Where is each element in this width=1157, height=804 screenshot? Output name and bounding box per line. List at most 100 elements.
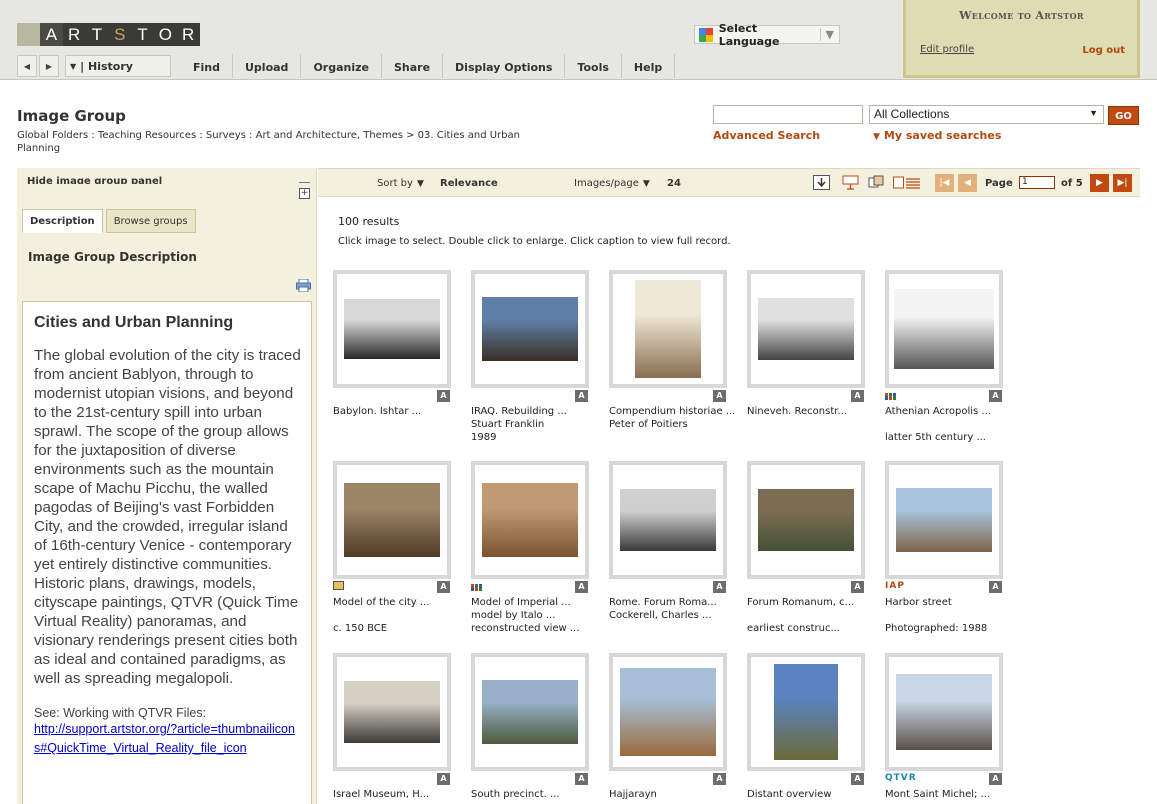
thumbnail-frame[interactable] <box>747 653 865 771</box>
results-hint: Click image to select. Double click to e… <box>338 236 731 247</box>
thumbnail-image[interactable] <box>758 489 854 551</box>
artstor-badge-icon: A <box>989 773 1002 785</box>
last-page-button[interactable]: ▶| <box>1113 174 1132 192</box>
thumbnail-caption[interactable]: Rome. Forum Roma... Cockerell, Charles ..… <box>609 596 749 622</box>
artstor-logo[interactable]: A R T S T O R <box>17 23 200 46</box>
dots-icon <box>471 583 482 591</box>
logout-link[interactable]: Log out <box>1082 45 1125 56</box>
thumbnail-frame[interactable] <box>609 461 727 579</box>
chevron-down-icon: ▼ <box>416 179 424 189</box>
thumbnail-frame[interactable] <box>609 653 727 771</box>
thumbnail-image[interactable] <box>896 674 992 750</box>
search-input[interactable] <box>713 105 863 124</box>
menu-upload[interactable]: Upload <box>233 54 302 78</box>
chevron-down-icon: ▼ <box>819 28 839 41</box>
print-images-icon[interactable] <box>868 175 885 190</box>
tab-description[interactable]: Description <box>22 209 103 233</box>
thumbnail-frame[interactable] <box>333 270 451 388</box>
artstor-badge-icon: A <box>575 581 588 593</box>
results-toolbar: Sort by ▼ Relevance Images/page ▼ 24 |◀ ◀ … <box>318 168 1140 197</box>
hide-panel-link[interactable]: Hide image group panel <box>27 176 162 184</box>
thumbnail-frame[interactable] <box>333 461 451 579</box>
tab-browse-groups[interactable]: Browse groups <box>105 209 196 233</box>
thumbnail-frame[interactable] <box>333 653 451 771</box>
thumbnail-image[interactable] <box>344 299 440 359</box>
thumbnail-image[interactable] <box>774 664 838 760</box>
caption-line <box>333 609 473 622</box>
thumbnail-caption[interactable]: Israel Museum, H... <box>333 788 473 801</box>
thumbnail-frame[interactable] <box>747 270 865 388</box>
expand-icon[interactable]: + <box>299 188 310 199</box>
thumbnail-caption[interactable]: Distant overview <box>747 788 887 801</box>
thumbnail-caption[interactable]: Compendium historiae ... Peter of Poitier… <box>609 405 749 431</box>
artstor-badge-icon: A <box>437 773 450 785</box>
images-per-page-dropdown[interactable]: Images/page ▼ <box>574 178 650 189</box>
thumbnail-image[interactable] <box>482 297 578 361</box>
thumbnail-caption[interactable]: Forum Romanum, c... earliest construc... <box>747 596 887 635</box>
history-dropdown[interactable]: ▼ | History <box>65 55 171 77</box>
thumbnail-caption[interactable]: Harbor street Photographed: 1988 <box>885 596 1025 635</box>
artstor-badge-icon: A <box>989 390 1002 402</box>
sort-dropdown[interactable]: Sort by ▼ <box>377 178 424 189</box>
list-view-icon[interactable] <box>893 175 921 190</box>
advanced-search-link[interactable]: Advanced Search <box>713 129 820 142</box>
previous-page-button[interactable]: ◀ <box>958 174 977 192</box>
artstor-badge-icon: A <box>437 581 450 593</box>
thumbnail-frame[interactable] <box>471 653 589 771</box>
back-button[interactable]: ◀ <box>17 55 37 77</box>
forward-button[interactable]: ▶ <box>39 55 59 77</box>
thumbnail-image[interactable] <box>894 289 994 369</box>
chevron-down-icon: ▼ <box>873 132 880 142</box>
language-select[interactable]: Select Language ▼ <box>694 22 840 48</box>
slide-icon <box>333 581 344 593</box>
thumbnail-image[interactable] <box>344 483 440 557</box>
thumbnail-frame[interactable] <box>885 653 1003 771</box>
thumbnail-image[interactable] <box>620 489 716 551</box>
menu-share[interactable]: Share <box>382 54 444 78</box>
collection-select[interactable]: All Collections ▼ <box>869 105 1104 124</box>
thumbnail-caption[interactable]: Hajjarayn <box>609 788 749 801</box>
thumbnail-caption[interactable]: Model of Imperial ... model by Italo ... r… <box>471 596 611 635</box>
thumbnail-image[interactable] <box>896 488 992 552</box>
thumbnail-frame[interactable] <box>885 270 1003 388</box>
print-icon[interactable] <box>296 279 311 292</box>
go-button[interactable]: GO <box>1108 106 1139 125</box>
thumbnail-image[interactable] <box>620 668 716 756</box>
menu-tools[interactable]: Tools <box>565 54 622 78</box>
thumbnail-image[interactable] <box>482 680 578 744</box>
caption-line: model by Italo ... <box>471 610 556 621</box>
edit-profile-link[interactable]: Edit profile <box>920 44 974 55</box>
qtvr-support-link[interactable]: http://support.artstor.org/?article=thum… <box>34 720 301 758</box>
caption-line: Forum Romanum, c... <box>747 597 855 608</box>
first-page-button[interactable]: |◀ <box>935 174 954 192</box>
menu-help[interactable]: Help <box>622 54 676 78</box>
slideshow-icon[interactable] <box>842 175 859 190</box>
thumbnail-caption[interactable]: Model of the city ... c. 150 BCE <box>333 596 473 635</box>
artstor-badge-icon: A <box>851 773 864 785</box>
saved-searches-link[interactable]: ▼ My saved searches <box>873 129 1001 142</box>
page-title: Image Group <box>17 107 126 125</box>
thumbnail-caption[interactable]: Nineveh. Reconstr... <box>747 405 887 418</box>
thumbnail-frame[interactable] <box>885 461 1003 579</box>
page-number-input[interactable]: 1 <box>1019 176 1055 189</box>
next-page-button[interactable]: ▶ <box>1090 174 1109 192</box>
thumbnail-frame[interactable] <box>747 461 865 579</box>
thumbnail-image[interactable] <box>482 483 578 557</box>
thumbnail-image[interactable] <box>758 298 854 360</box>
thumbnail-caption[interactable]: Mont Saint Michel; ... <box>885 788 1025 801</box>
thumbnail-caption[interactable]: Athenian Acropolis ... latter 5th century… <box>885 405 1025 444</box>
menu-find[interactable]: Find <box>181 54 233 78</box>
thumbnail-caption[interactable]: IRAQ. Rebuilding ... Stuart Franklin 1989 <box>471 405 611 444</box>
thumbnail-caption[interactable]: South precinct. ... <box>471 788 611 801</box>
thumbnail-image[interactable] <box>344 681 440 743</box>
thumbnail-frame[interactable] <box>471 270 589 388</box>
thumbnail-image[interactable] <box>635 280 701 378</box>
thumbnail-frame[interactable] <box>609 270 727 388</box>
menu-display-options[interactable]: Display Options <box>443 54 566 78</box>
panel-tabs: Description Browse groups <box>22 209 199 233</box>
thumbnail-frame[interactable] <box>471 461 589 579</box>
download-icon[interactable] <box>813 175 830 190</box>
results-count: 100 results <box>338 215 400 228</box>
thumbnail-caption[interactable]: Babylon. Ishtar ... <box>333 405 473 418</box>
menu-organize[interactable]: Organize <box>301 54 382 78</box>
